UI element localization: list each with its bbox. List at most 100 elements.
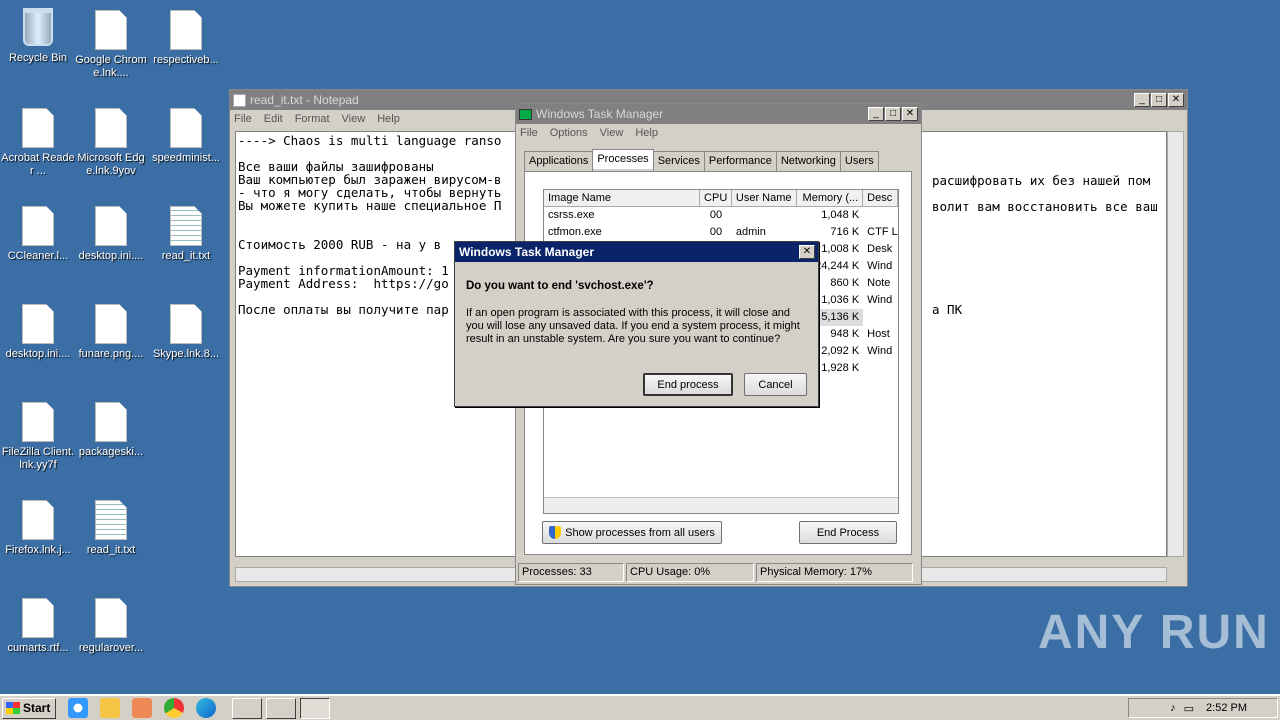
chrome-icon[interactable] (164, 698, 184, 718)
menu-item[interactable]: Edit (264, 113, 283, 125)
ie-icon[interactable] (68, 698, 88, 718)
minimize-button[interactable]: _ (868, 107, 884, 121)
menu-item[interactable]: View (600, 127, 624, 139)
minimize-button[interactable]: _ (1134, 93, 1150, 107)
tab-services[interactable]: Services (652, 151, 705, 171)
cell-name: ctfmon.exe (548, 226, 602, 238)
clock[interactable]: 2:52 PM (1206, 702, 1247, 714)
column-image-name[interactable]: Image Name (544, 190, 701, 206)
edge-icon[interactable] (196, 698, 216, 718)
desktop-icon-label: speedminist... (152, 152, 220, 164)
menu-item[interactable]: Format (295, 113, 330, 125)
tray-network-icon[interactable]: ▭ (1184, 702, 1194, 715)
table-row[interactable]: ctfmon.exe 00 admin 716 K CTF L (544, 224, 898, 241)
cancel-button[interactable]: Cancel (744, 373, 807, 396)
cell-mem: 716 K (830, 226, 860, 238)
cell-user: admin (735, 226, 766, 238)
close-button[interactable]: ✕ (902, 107, 918, 121)
process-list-scrollbar[interactable] (544, 497, 898, 513)
file-icon (22, 108, 54, 148)
desktop-icon[interactable]: respectiveb... (149, 10, 223, 67)
file-icon (22, 402, 54, 442)
desktop-icon[interactable]: Recycle Bin (1, 8, 75, 65)
desktop-icon[interactable]: read_it.txt (149, 206, 223, 263)
taskmgr-statusbar: Processes: 33 CPU Usage: 0% Physical Mem… (518, 563, 919, 582)
start-button[interactable]: Start (2, 697, 56, 719)
text-fragment: расшифровать их без нашей пом (932, 173, 1151, 188)
file-icon (95, 500, 127, 540)
desktop-icon[interactable]: Firefox.lnk.j... (1, 500, 75, 557)
tab-networking[interactable]: Networking (775, 151, 841, 171)
menu-item[interactable]: Help (377, 113, 400, 125)
desktop-icon-label: Microsoft Edge.lnk.9yov (77, 152, 145, 177)
menu-item[interactable]: File (520, 127, 538, 139)
file-icon (22, 304, 54, 344)
start-label: Start (23, 701, 51, 715)
desktop-icon-label: FileZilla Client.lnk.yy7f (1, 446, 75, 471)
dialog-titlebar[interactable]: Windows Task Manager ✕ (455, 242, 818, 262)
maximize-button[interactable]: □ (1151, 93, 1167, 107)
end-process-dialog[interactable]: Windows Task Manager ✕ Do you want to en… (454, 241, 819, 407)
shield-icon (549, 526, 562, 539)
desktop-icon[interactable]: Google Chrome.lnk.... (74, 10, 148, 80)
taskbar-notepad2-button[interactable] (266, 697, 296, 719)
notepad-vertical-scrollbar[interactable] (1167, 131, 1184, 557)
desktop-icon[interactable]: speedminist... (149, 108, 223, 165)
status-cpu: CPU Usage: 0% (626, 563, 754, 582)
taskmgr-titlebar[interactable]: Windows Task Manager _ □ ✕ (516, 104, 921, 124)
show-all-users-button[interactable]: Show processes from all users (542, 521, 722, 544)
desktop-icon[interactable]: Microsoft Edge.lnk.9yov (74, 108, 148, 178)
cell-desc: CTF L (867, 226, 898, 238)
menu-item[interactable]: View (342, 113, 366, 125)
table-row[interactable]: csrss.exe 00 1,048 K (544, 207, 898, 224)
close-button[interactable]: ✕ (1168, 93, 1184, 107)
column-cpu[interactable]: CPU (700, 190, 732, 206)
dialog-title: Windows Task Manager (459, 245, 595, 259)
desktop-icon[interactable]: funare.png.... (74, 304, 148, 361)
tab-processes[interactable]: Processes (592, 149, 654, 169)
taskmgr-tabs: Applications Processes Services Performance… (524, 149, 879, 171)
end-process-button[interactable]: End Process (799, 521, 897, 544)
desktop-icon-label: Google Chrome.lnk.... (75, 54, 147, 79)
desktop-icon[interactable]: FileZilla Client.lnk.yy7f (1, 402, 75, 472)
menu-item[interactable]: File (234, 113, 252, 125)
desktop-icon[interactable]: packageski... (74, 402, 148, 459)
cell-desc: Desk (867, 243, 893, 255)
menu-item[interactable]: Help (635, 127, 658, 139)
file-icon (22, 500, 54, 540)
menu-item[interactable]: Options (550, 127, 588, 139)
column-description[interactable]: Desc (863, 190, 898, 206)
confirm-end-process-button[interactable]: End process (643, 373, 733, 396)
taskbar-taskmgr-button[interactable] (300, 697, 330, 719)
notepad-icon (233, 93, 246, 107)
desktop-icon-label: respectiveb... (153, 54, 219, 66)
tab-applications[interactable]: Applications (524, 151, 594, 171)
process-list-header: Image Name CPU User Name Memory (... Des… (544, 190, 898, 207)
dialog-question: Do you want to end 'svchost.exe'? (466, 280, 654, 292)
tab-users[interactable]: Users (839, 151, 879, 171)
column-memory[interactable]: Memory (... (797, 190, 864, 206)
taskmgr-icon (519, 108, 532, 120)
dialog-message: If an open program is associated with th… (466, 307, 800, 345)
desktop-icon[interactable]: read_it.txt (74, 500, 148, 557)
desktop-icon[interactable]: Acrobat Reader ... (1, 108, 75, 178)
file-icon (95, 598, 127, 638)
desktop-icon-label: packageski... (78, 446, 144, 458)
desktop-icon[interactable]: Skype.lnk.8... (149, 304, 223, 361)
media-player-icon[interactable] (132, 698, 152, 718)
anyrun-watermark: ANY RUN (1038, 606, 1270, 659)
tab-performance[interactable]: Performance (703, 151, 777, 171)
dialog-close-button[interactable]: ✕ (799, 245, 815, 259)
status-processes: Processes: 33 (518, 563, 624, 582)
tray-speaker-icon[interactable]: ♪ (1170, 702, 1176, 714)
desktop-icon[interactable]: cumarts.rtf... (1, 598, 75, 655)
cell-desc: Wind (867, 260, 893, 272)
desktop-icon[interactable]: desktop.ini.... (74, 206, 148, 263)
taskbar-notepad-button[interactable] (232, 697, 262, 719)
maximize-button[interactable]: □ (885, 107, 901, 121)
desktop-icon[interactable]: CCleaner.l... (1, 206, 75, 263)
desktop-icon[interactable]: desktop.ini.... (1, 304, 75, 361)
column-user-name[interactable]: User Name (732, 190, 797, 206)
explorer-icon[interactable] (100, 698, 120, 718)
desktop-icon[interactable]: regularover... (74, 598, 148, 655)
